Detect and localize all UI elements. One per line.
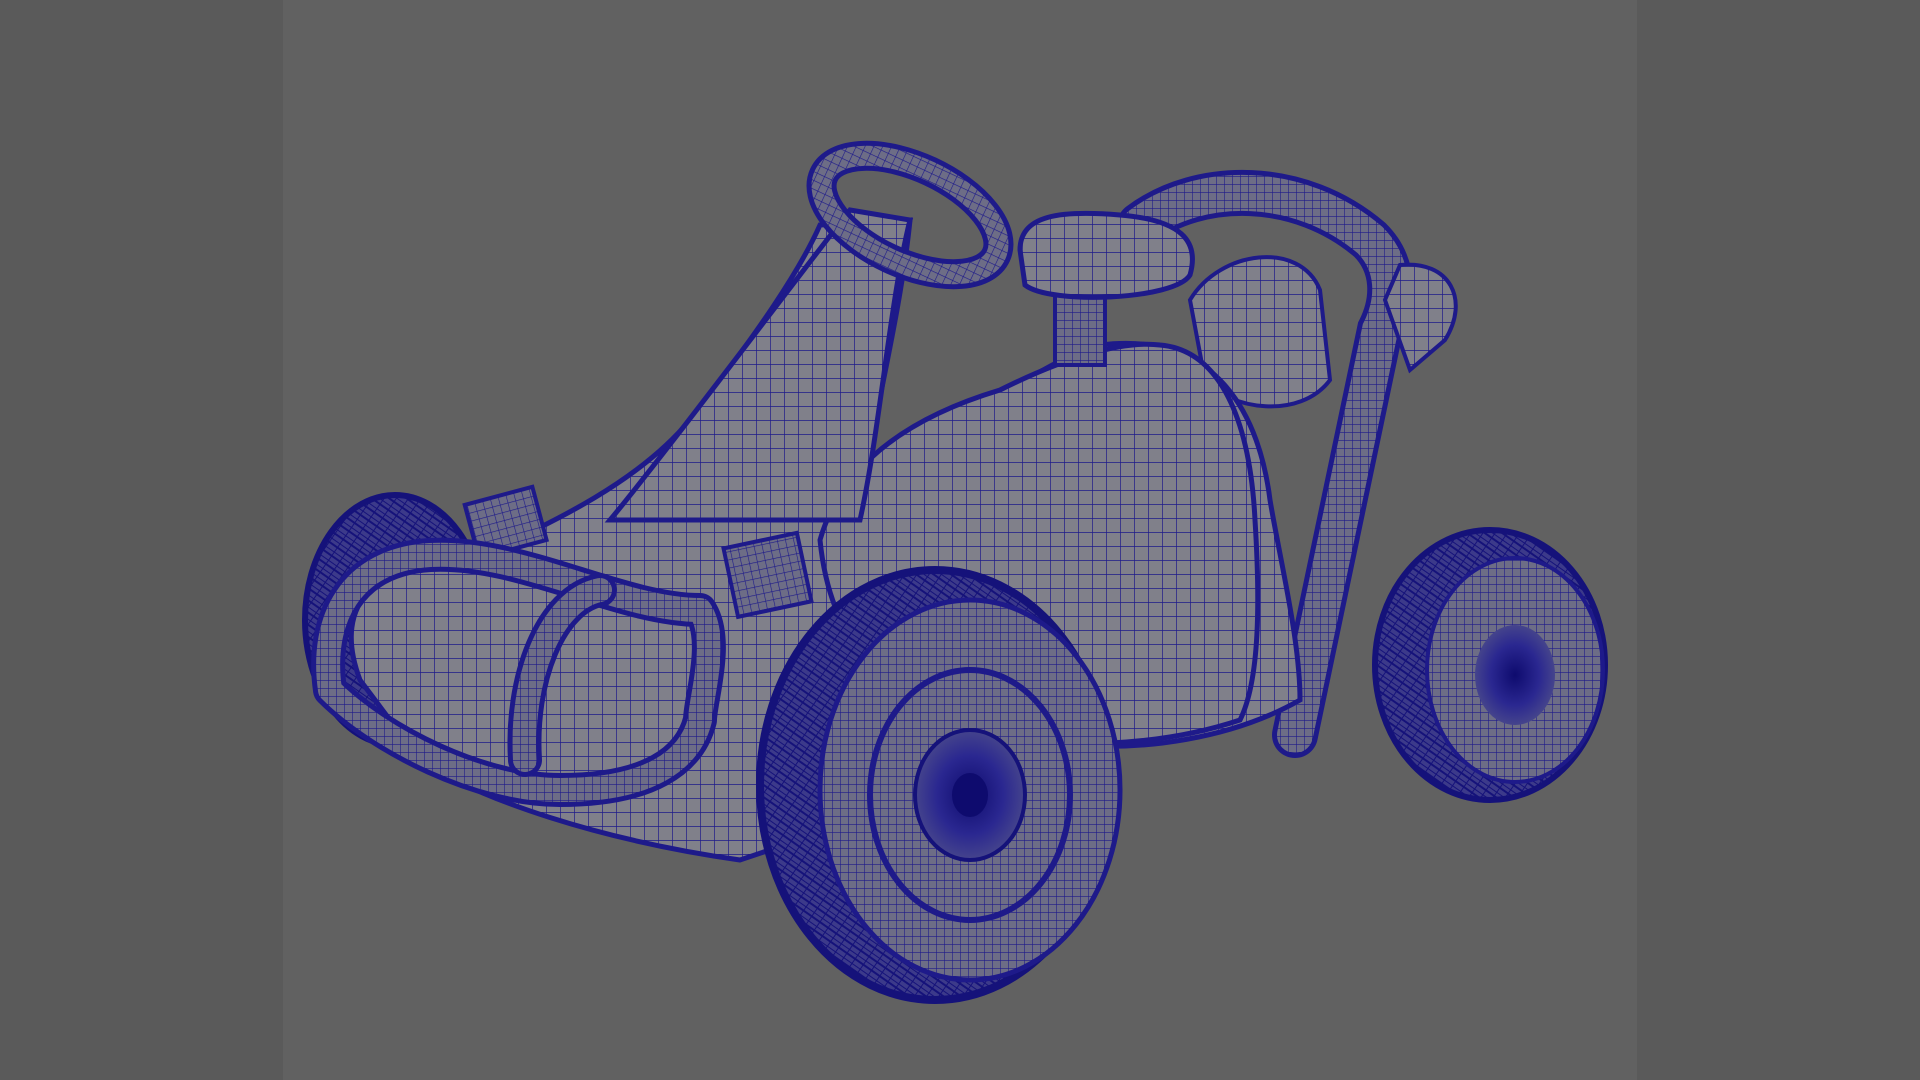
rear-wheel [1372, 527, 1608, 803]
wireframe-model[interactable] [283, 0, 1637, 1080]
letterbox-right [1637, 0, 1920, 1080]
3d-viewport[interactable] [283, 0, 1637, 1080]
engine [1187, 255, 1458, 409]
maya-viewport-window [0, 0, 1920, 1080]
headrest [1017, 210, 1195, 367]
letterbox-left [0, 0, 283, 1080]
